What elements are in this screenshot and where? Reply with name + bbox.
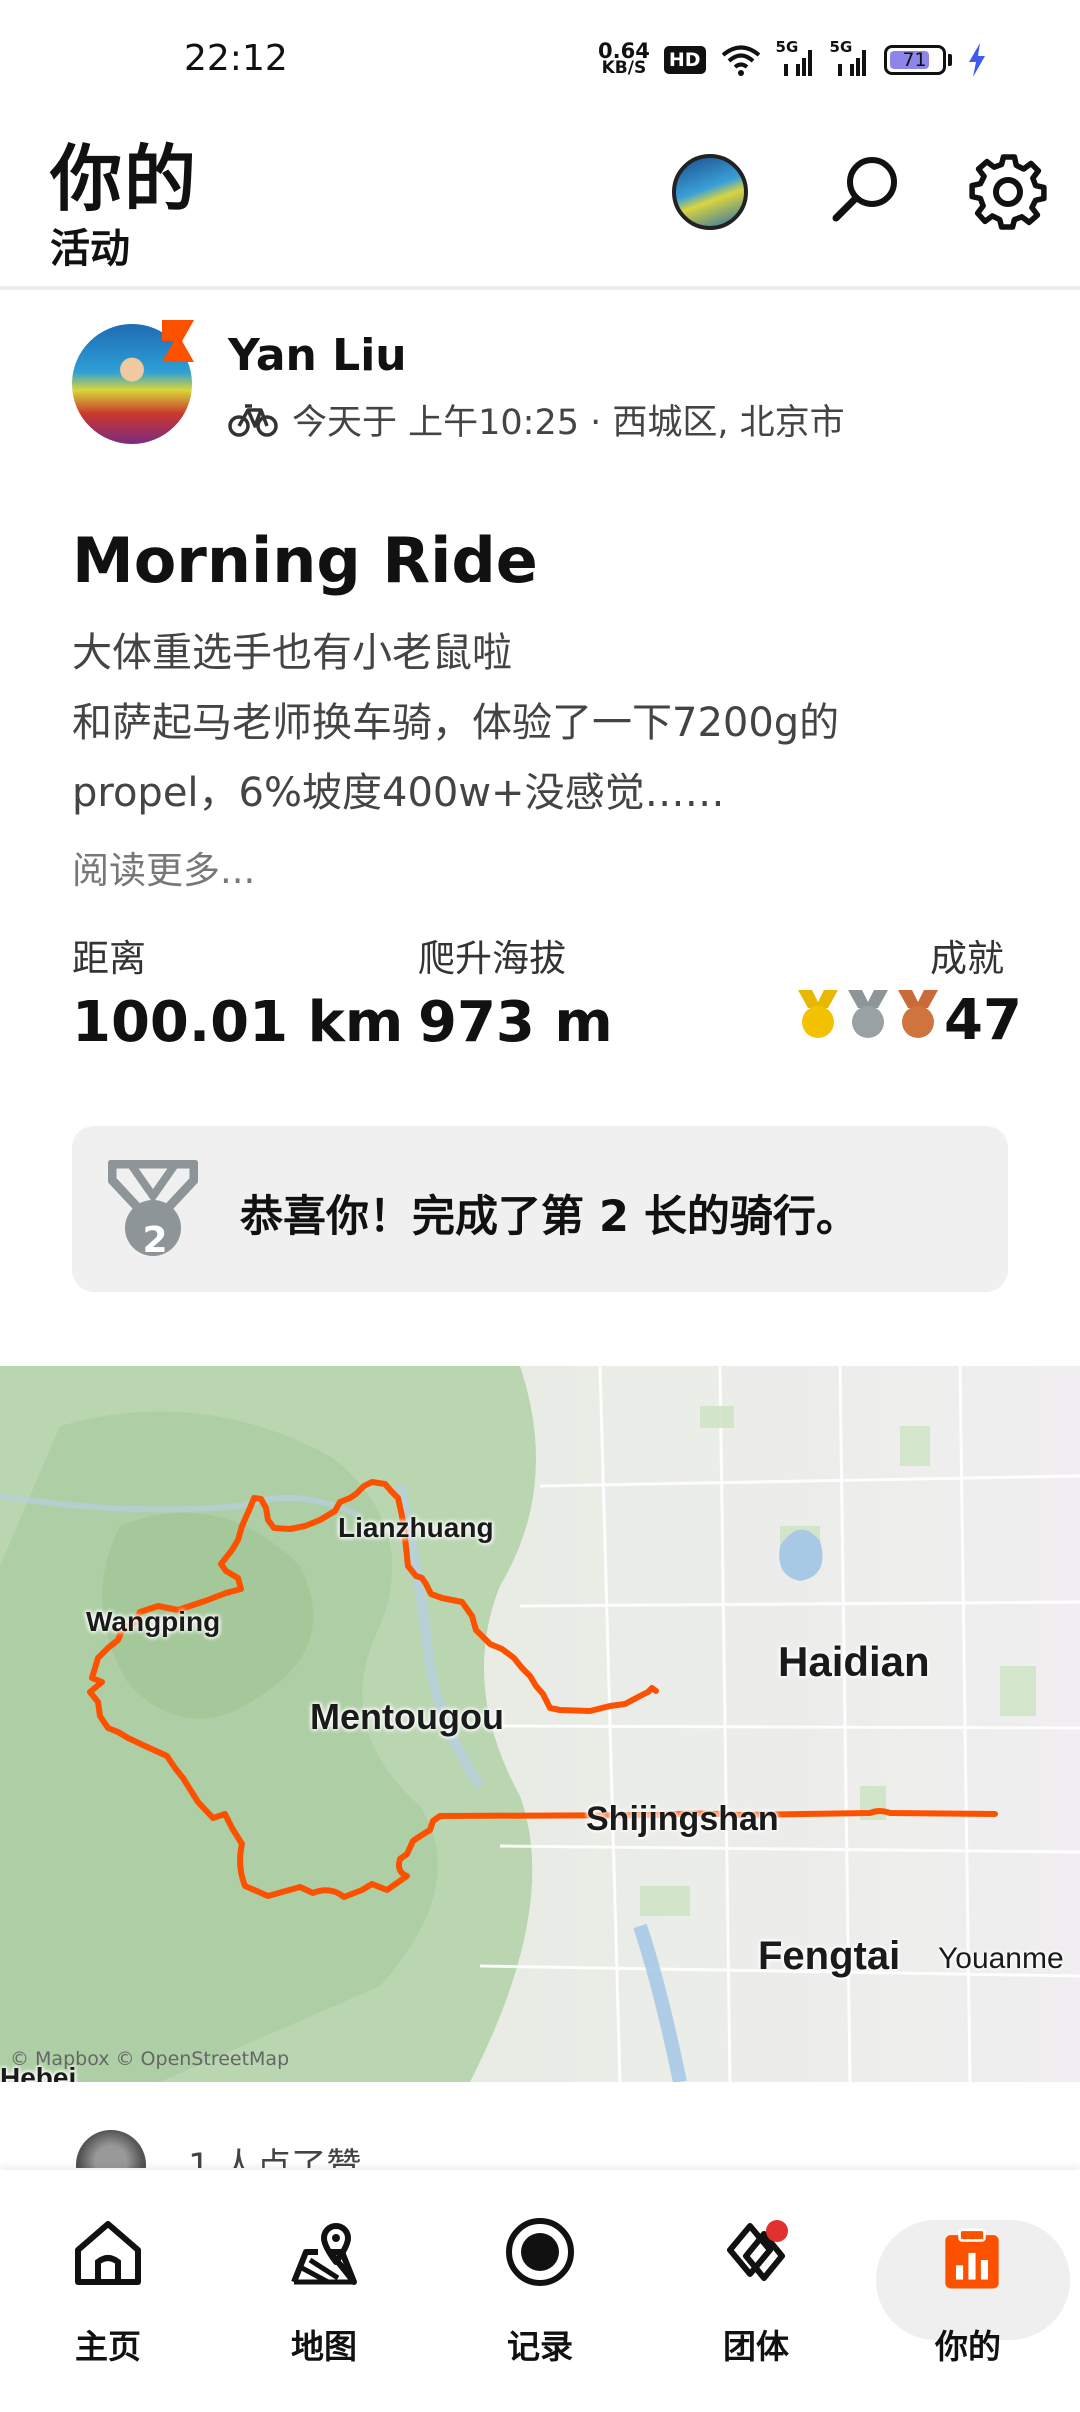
nav-you[interactable]: 你的 xyxy=(868,2170,1070,2390)
gear-icon[interactable] xyxy=(966,150,1050,234)
network-speed-unit: KB/S xyxy=(601,58,647,78)
search-icon[interactable] xyxy=(826,150,906,230)
profile-avatar[interactable] xyxy=(672,154,748,230)
nav-record-label: 记录 xyxy=(507,2327,573,2366)
map-label-youanmen: Youanme xyxy=(938,1942,1064,1975)
cell-signal-2: 5G xyxy=(830,38,870,78)
signal-bars-icon xyxy=(837,50,866,76)
notification-dot xyxy=(766,2220,788,2242)
battery-cap xyxy=(947,54,952,66)
athlete-name[interactable]: Yan Liu xyxy=(228,330,407,381)
status-time: 22:12 xyxy=(184,38,288,79)
achievements-count: 47 xyxy=(944,988,1022,1053)
map-label-mentougou: Mentougou xyxy=(310,1696,504,1737)
achievements-label: 成就 xyxy=(930,937,1004,980)
achievement-text: 恭喜你！完成了第 2 长的骑行。 xyxy=(240,1192,859,1242)
cell-signal-1: 5G xyxy=(776,38,816,78)
bronze-medal-icon xyxy=(898,990,938,1038)
status-bar: 22:12 0.64 KB/S HD 5G 5G 71 xyxy=(0,0,1080,120)
route-line xyxy=(87,1479,998,1900)
description-line: propel，6%坡度400w+没感觉…… xyxy=(72,770,725,816)
description-line: 和萨起马老师换车骑，体验了一下7200g的 xyxy=(72,700,840,746)
battery-level: 71 xyxy=(902,49,927,71)
header-divider xyxy=(0,286,1080,290)
battery-icon: 71 xyxy=(883,45,946,75)
kudos-avatar xyxy=(76,2130,146,2168)
charging-icon xyxy=(968,43,985,77)
medal-number: 2 xyxy=(142,1220,168,1261)
map-label-wangping: Wangping xyxy=(86,1606,221,1637)
elevation-label: 爬升海拔 xyxy=(418,937,566,980)
nav-record[interactable]: 记录 xyxy=(440,2170,640,2390)
activity-title[interactable]: Morning Ride xyxy=(72,524,538,597)
hd-badge: HD xyxy=(663,46,706,74)
achievement-banner[interactable]: 2 恭喜你！完成了第 2 长的骑行。 xyxy=(72,1126,1008,1292)
nav-you-label: 你的 xyxy=(935,2327,1001,2366)
silver-medal-icon xyxy=(848,990,888,1038)
home-icon xyxy=(75,2221,141,2285)
activity-time-location: 今天于 上午10:25 · 西城区, 北京市 xyxy=(292,403,845,443)
signal-bars-icon xyxy=(783,50,812,76)
nav-maps[interactable]: 地图 xyxy=(224,2170,424,2390)
elevation-value: 973 m xyxy=(418,990,613,1055)
description-line: 大体重选手也有小老鼠啦 xyxy=(72,630,512,676)
page-title: 你的 xyxy=(50,137,199,221)
achievement-medals xyxy=(794,988,942,1040)
distance-label: 距离 xyxy=(72,937,146,980)
map-label-lianzhuang: Lianzhuang xyxy=(338,1512,494,1543)
distance-value: 100.01 km xyxy=(72,990,404,1055)
map-label-shijingshan: Shijingshan xyxy=(586,1800,779,1838)
wifi-icon xyxy=(721,45,760,76)
nav-home-label: 主页 xyxy=(75,2327,141,2366)
record-icon xyxy=(506,2218,574,2286)
map-label-haidian: Haidian xyxy=(778,1638,930,1685)
gold-medal-icon xyxy=(798,990,838,1038)
activity-meta: 今天于 上午10:25 · 西城区, 北京市 xyxy=(228,394,845,445)
nav-home[interactable]: 主页 xyxy=(8,2170,208,2390)
kudos-text: 1 人点了赞 xyxy=(188,2147,362,2168)
map-attribution[interactable]: © Mapbox © OpenStreetMap xyxy=(10,2048,289,2070)
map-pin-icon xyxy=(291,2223,357,2285)
nav-groups-label: 团体 xyxy=(723,2327,789,2366)
activity-description: 大体重选手也有小老鼠啦 和萨起马老师换车骑，体验了一下7200g的 propel… xyxy=(72,618,1012,828)
page-subtitle-tab[interactable]: 活动 xyxy=(50,216,130,274)
bottom-navigation: 主页 地图 记录 团体 你的 xyxy=(0,2170,1080,2412)
you-clipboard-icon xyxy=(945,2228,999,2289)
status-icons: 0.64 KB/S HD 5G 5G 71 xyxy=(598,36,988,84)
kudos-row[interactable]: 1 人点了赞 xyxy=(0,2118,1080,2168)
read-more-link[interactable]: 阅读更多... xyxy=(72,840,255,894)
map-label-fengtai: Fengtai xyxy=(758,1934,901,1978)
bike-icon xyxy=(228,403,278,437)
route-map[interactable]: Lianzhuang Wangping Mentougou Haidian Sh… xyxy=(0,1366,1080,2082)
nav-groups[interactable]: 团体 xyxy=(656,2170,856,2390)
subscriber-badge-icon xyxy=(162,320,194,362)
network-speed: 0.64 KB/S xyxy=(598,41,650,78)
nav-maps-label: 地图 xyxy=(291,2327,357,2366)
